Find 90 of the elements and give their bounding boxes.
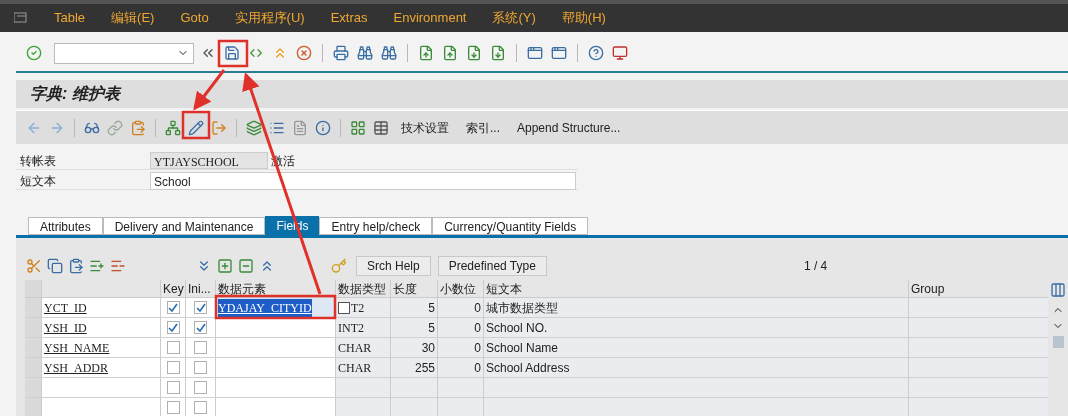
menu-item[interactable]: 实用程序(U)	[234, 8, 305, 28]
find-next-icon[interactable]	[379, 43, 399, 63]
data-type-cell: INT2	[335, 318, 390, 337]
menu-icon[interactable]	[14, 12, 28, 24]
data-element-field[interactable]	[215, 378, 335, 397]
menu-item[interactable]: 系统(Y)	[492, 8, 536, 28]
screen-title: 字典: 维护表	[30, 84, 120, 104]
highlight-box	[217, 39, 249, 68]
tab[interactable]: Currency/Quantity Fields	[432, 217, 589, 235]
length-cell: 30	[390, 338, 437, 357]
data-element-field[interactable]: YDAJAY_CITYID	[215, 298, 335, 317]
column-header: 数据类型	[335, 280, 390, 297]
menu-item[interactable]: Extras	[330, 8, 368, 28]
column-header: Key	[160, 280, 185, 297]
column-header: Ini...	[185, 280, 215, 297]
field-label: 转帐表	[19, 152, 57, 170]
checkbox[interactable]	[194, 381, 207, 394]
column-settings-icon[interactable]	[1048, 280, 1068, 300]
menu-item[interactable]: Environment	[393, 8, 467, 28]
save-icon[interactable]	[222, 43, 242, 63]
field-name-cell[interactable]: YSH_NAME	[42, 338, 160, 357]
find-icon[interactable]	[355, 43, 375, 63]
annotation-arrow	[193, 69, 226, 111]
field-name-cell[interactable]	[42, 398, 160, 416]
field-name-cell[interactable]	[42, 378, 160, 397]
print-icon[interactable]	[331, 43, 351, 63]
short-text-cell: School NO.	[483, 318, 908, 337]
field-name-cell[interactable]: YSH_ADDR	[42, 358, 160, 377]
check-icon[interactable]	[24, 43, 44, 63]
field-label: 短文本	[19, 172, 57, 190]
toolbar-button[interactable]: Predefined Type	[437, 256, 547, 276]
menu-item[interactable]: 编辑(E)	[111, 8, 155, 28]
scroll-thumb[interactable]	[1052, 336, 1064, 348]
toolbar-button[interactable]: 技术设置	[394, 118, 456, 137]
menu-item[interactable]: 帮助(H)	[561, 8, 606, 28]
tab[interactable]: Attributes	[28, 217, 103, 235]
checkbox[interactable]	[194, 401, 207, 414]
remove-icon[interactable]	[236, 256, 256, 276]
column-header: 数据元素	[215, 280, 335, 297]
checkbox[interactable]	[166, 361, 180, 374]
menu-item[interactable]: Table	[54, 8, 86, 28]
checkbox[interactable]	[194, 341, 207, 354]
checkbox[interactable]	[166, 301, 180, 314]
toolbar-button[interactable]: Append Structure...	[510, 118, 628, 137]
key-icon[interactable]	[329, 256, 349, 276]
data-element-field[interactable]	[215, 398, 335, 416]
text-field[interactable]: YTJAYSCHOOL	[150, 152, 268, 169]
short-text-cell: School Address	[483, 358, 908, 377]
checkbox[interactable]	[166, 381, 180, 394]
copy-icon[interactable]	[45, 256, 65, 276]
menu-item[interactable]: Goto	[180, 8, 209, 28]
short-text-cell: School Name	[483, 338, 908, 357]
column-header: 短文本	[483, 280, 908, 297]
length-cell: 255	[390, 358, 437, 377]
add-icon[interactable]	[215, 256, 235, 276]
decimals-cell: 0	[437, 358, 483, 377]
data-type-cell: CHAR	[335, 358, 390, 377]
tab[interactable]: Delivery and Maintenance	[102, 217, 266, 235]
decimals-cell: 0	[437, 298, 483, 317]
checkbox[interactable]	[166, 341, 180, 354]
data-type-cell: CHAR	[335, 338, 390, 357]
checkbox[interactable]	[166, 401, 180, 414]
data-type-cell: T2	[335, 298, 390, 317]
column-header: 长度	[390, 280, 437, 297]
toolbar-button[interactable]: Srch Help	[356, 256, 431, 276]
command-field[interactable]	[54, 42, 194, 64]
field-name-cell[interactable]: YCT_ID	[42, 298, 160, 317]
column-header: 小数位	[437, 280, 483, 297]
tab[interactable]: Entry help/check	[319, 217, 433, 235]
decimals-cell: 0	[437, 318, 483, 337]
value-help-icon[interactable]	[338, 301, 350, 314]
short-text-cell: 城市数据类型	[483, 298, 908, 317]
toolbar-button[interactable]: 索引...	[459, 118, 507, 137]
checkbox[interactable]	[194, 321, 207, 334]
help-icon[interactable]	[586, 43, 606, 63]
length-cell: 5	[390, 298, 437, 317]
decimals-cell: 0	[437, 338, 483, 357]
monitor-icon[interactable]	[610, 43, 630, 63]
checkbox[interactable]	[166, 321, 180, 334]
text-field[interactable]: School	[150, 171, 576, 190]
checkbox[interactable]	[194, 301, 207, 314]
length-cell: 5	[390, 318, 437, 337]
column-header: Group	[908, 280, 1048, 297]
checkbox[interactable]	[194, 361, 207, 374]
data-element-field[interactable]	[215, 358, 335, 377]
page-indicator: 1 / 4	[803, 258, 828, 275]
field-name-cell[interactable]: YSH_ID	[42, 318, 160, 337]
cancel-icon[interactable]	[294, 43, 314, 63]
data-element-field[interactable]	[215, 338, 335, 357]
highlight-box	[181, 110, 211, 140]
